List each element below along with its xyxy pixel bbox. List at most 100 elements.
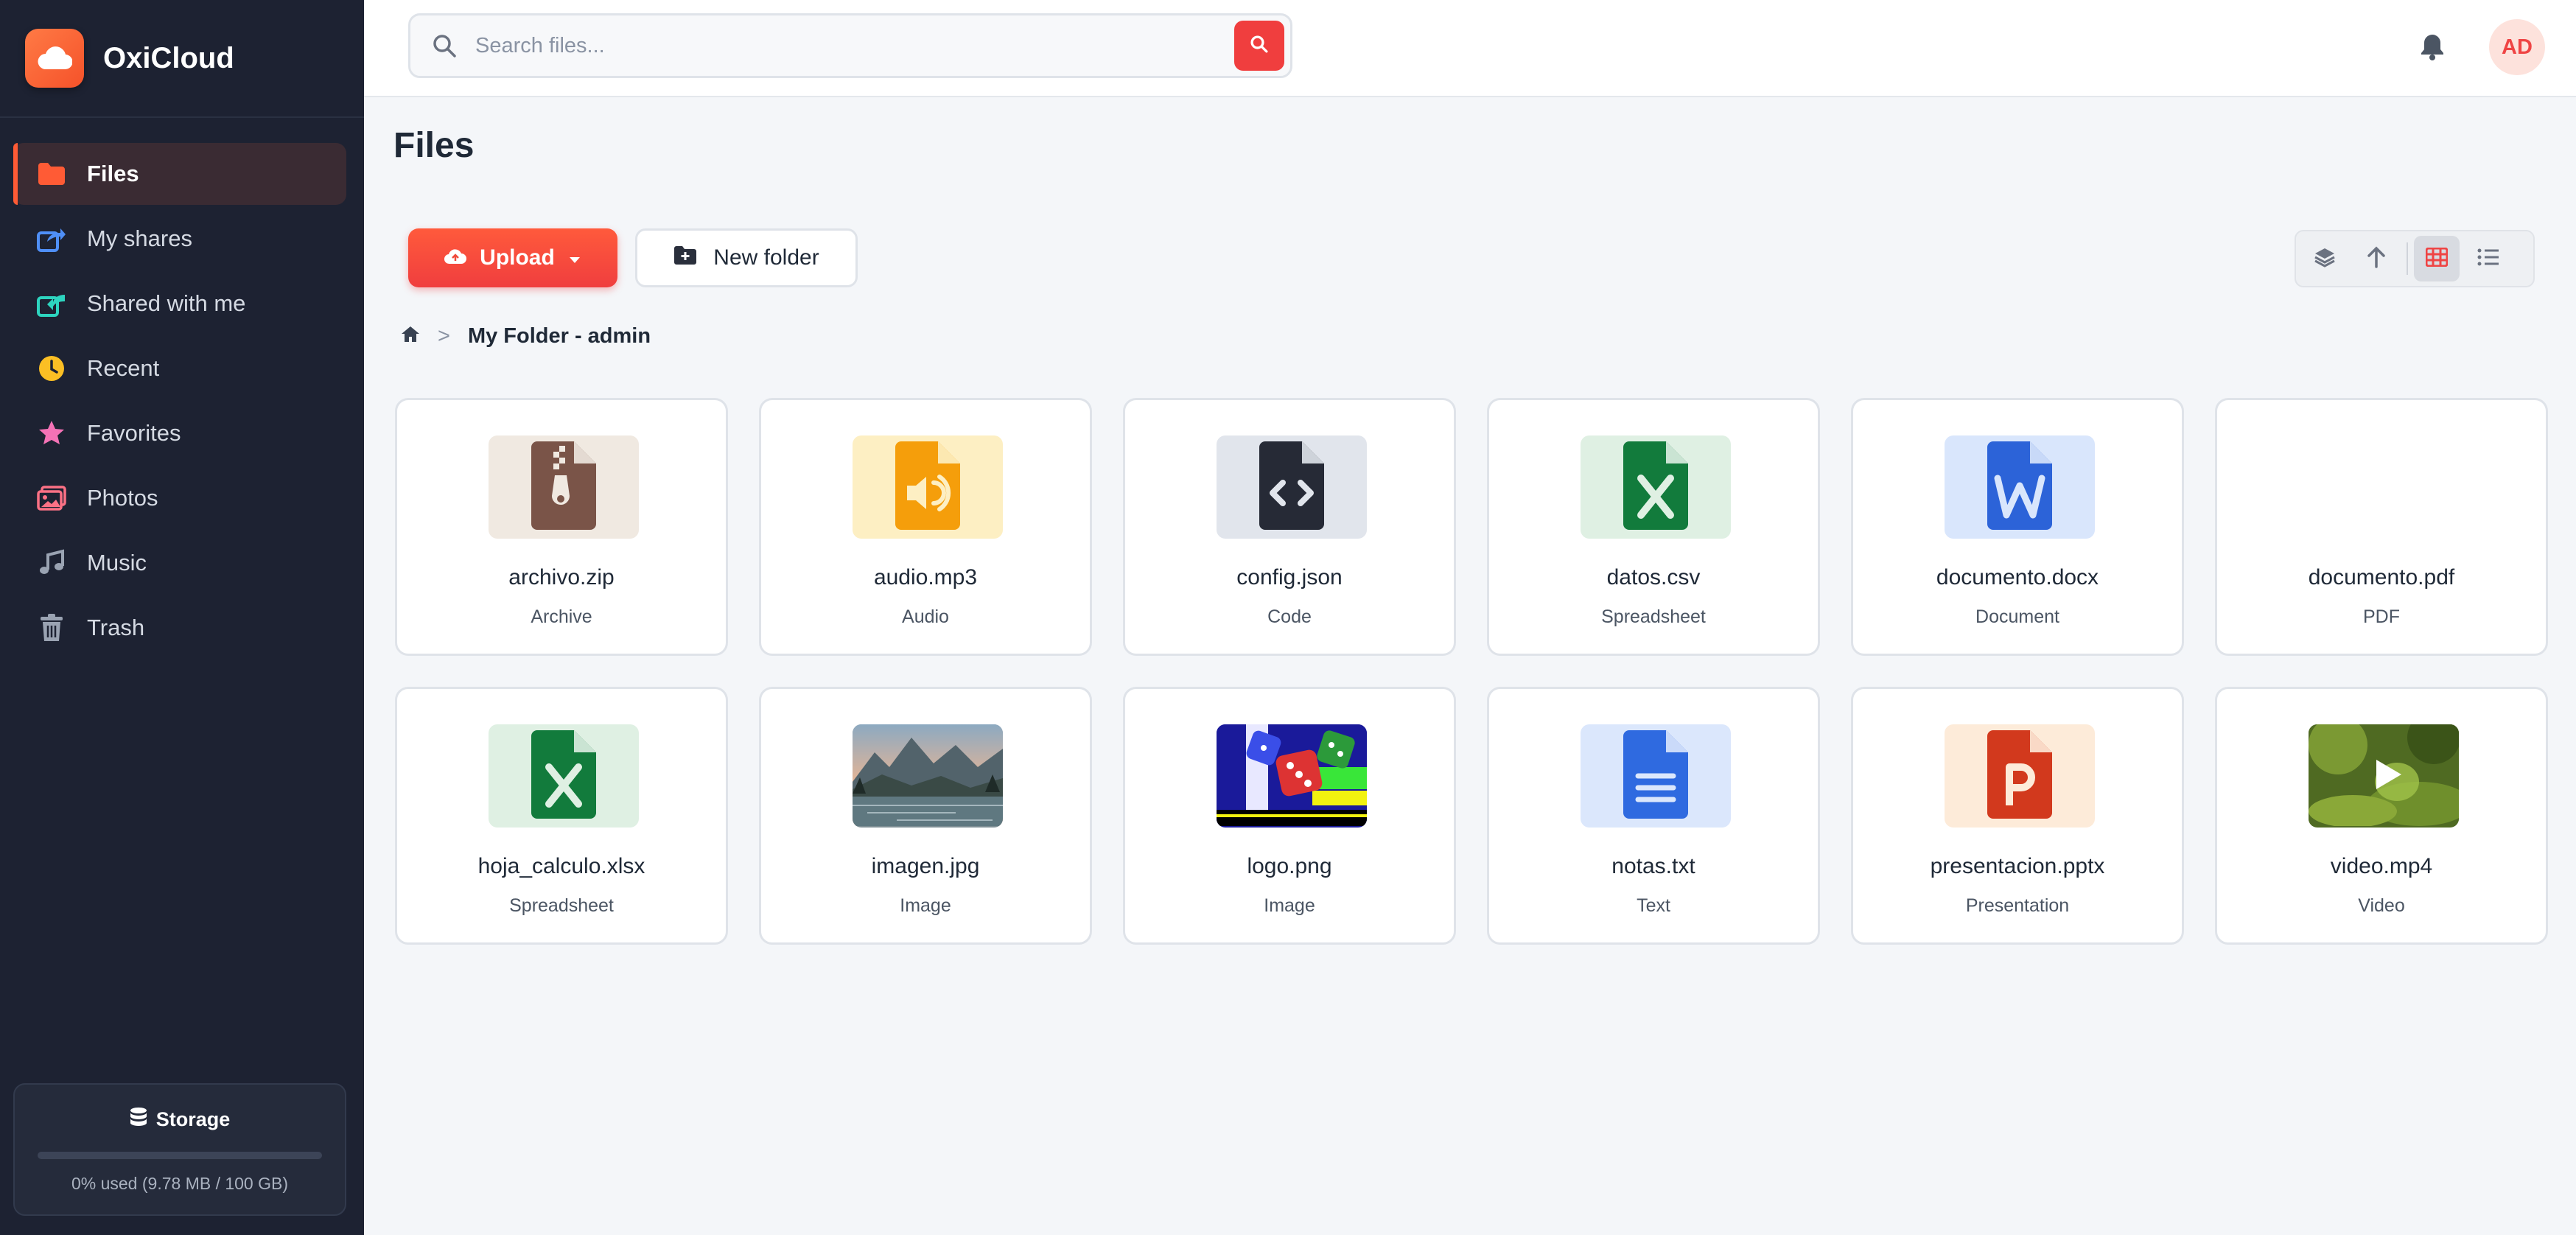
file-card[interactable]: imagen.jpg Image	[759, 687, 1092, 945]
sidebar-item-trash[interactable]: Trash	[13, 597, 346, 659]
file-type: Presentation	[1965, 895, 2070, 916]
sidebar-item-files[interactable]: Files	[13, 143, 346, 205]
breadcrumb-current[interactable]: My Folder - admin	[468, 324, 651, 349]
notifications-bell-icon[interactable]	[2414, 28, 2451, 65]
search-input[interactable]	[475, 33, 1234, 58]
file-card[interactable]: documento.pdf PDF	[2215, 398, 2548, 656]
file-type: Text	[1637, 895, 1670, 916]
file-card[interactable]: audio.mp3 Audio	[759, 398, 1092, 656]
spreadsheet-file-icon	[1622, 440, 1690, 535]
sidebar-item-shared-with-me[interactable]: Shared with me	[13, 273, 346, 335]
sidebar-item-favorites[interactable]: Favorites	[13, 402, 346, 464]
file-type: Image	[900, 895, 951, 916]
file-card[interactable]: documento.docx Document	[1851, 398, 2184, 656]
code-file-icon	[1258, 440, 1326, 535]
audio-file-icon	[894, 440, 962, 535]
file-thumbnail	[1217, 724, 1367, 828]
file-name: documento.docx	[1936, 565, 2099, 589]
file-thumbnail	[1581, 724, 1731, 828]
file-card[interactable]: datos.csv Spreadsheet	[1487, 398, 1820, 656]
arrow-up-icon	[2367, 246, 2386, 272]
storage-usage-text: 0% used (9.78 MB / 100 GB)	[71, 1174, 289, 1193]
view-toolbar	[2295, 230, 2535, 287]
file-thumbnail	[1217, 435, 1367, 539]
file-name: logo.png	[1247, 854, 1332, 878]
database-icon	[130, 1107, 147, 1133]
file-type: Spreadsheet	[1601, 606, 1706, 627]
folder-icon	[35, 158, 68, 190]
layers-button[interactable]	[2302, 236, 2348, 281]
sidebar-item-photos[interactable]: Photos	[13, 467, 346, 529]
zip-file-icon	[530, 440, 598, 535]
sidebar-item-recent[interactable]: Recent	[13, 337, 346, 399]
image-icon	[35, 482, 68, 514]
home-icon[interactable]	[401, 324, 420, 349]
new-folder-label: New folder	[713, 245, 819, 270]
sidebar-item-label: Shared with me	[87, 290, 246, 316]
upload-button[interactable]: Upload	[408, 228, 617, 287]
file-name: hoja_calculo.xlsx	[477, 854, 645, 878]
list-view-button[interactable]	[2465, 236, 2511, 281]
sidebar-nav: Files My shares Shared with me Recent Fa…	[0, 143, 364, 659]
file-name: config.json	[1236, 565, 1343, 589]
toolbar-divider	[2407, 242, 2408, 275]
cloud-logo-icon	[25, 29, 84, 88]
music-icon	[35, 547, 68, 579]
sidebar-item-label: Favorites	[87, 420, 181, 446]
list-icon	[2477, 248, 2499, 270]
grid-icon	[2425, 247, 2449, 270]
sidebar-item-label: My shares	[87, 225, 192, 251]
dice-image-thumbnail	[1217, 724, 1367, 828]
file-thumbnail	[2309, 724, 2459, 828]
file-card[interactable]: video.mp4 Video	[2215, 687, 2548, 945]
file-type: Video	[2358, 895, 2405, 916]
grid-view-button[interactable]	[2414, 236, 2460, 281]
layers-icon	[2314, 246, 2336, 272]
file-name: presentacion.pptx	[1930, 854, 2105, 878]
storage-title: Storage	[155, 1108, 231, 1130]
cloud-upload-icon	[444, 245, 467, 270]
file-card[interactable]: logo.png Image	[1123, 687, 1456, 945]
sort-button[interactable]	[2353, 236, 2399, 281]
trash-icon	[35, 612, 68, 644]
sidebar-item-label: Music	[87, 550, 147, 575]
file-name: archivo.zip	[508, 565, 615, 589]
word-file-icon	[1986, 440, 2054, 535]
sidebar-item-my-shares[interactable]: My shares	[13, 208, 346, 270]
sidebar-item-label: Photos	[87, 485, 158, 511]
share-in-icon	[35, 287, 68, 320]
powerpoint-file-icon	[1986, 729, 2054, 824]
user-avatar[interactable]: AD	[2489, 19, 2545, 75]
new-folder-button[interactable]: New folder	[635, 228, 858, 287]
file-name: imagen.jpg	[871, 854, 980, 878]
top-bar: AD	[364, 0, 2576, 97]
file-thumbnail	[2309, 435, 2459, 539]
file-thumbnail	[853, 724, 1003, 828]
file-card[interactable]: archivo.zip Archive	[395, 398, 728, 656]
file-card[interactable]: presentacion.pptx Presentation	[1851, 687, 2184, 945]
file-type: Code	[1267, 606, 1312, 627]
file-thumbnail	[853, 435, 1003, 539]
sidebar-item-label: Files	[87, 161, 139, 186]
storage-panel: Storage 0% used (9.78 MB / 100 GB)	[13, 1083, 346, 1216]
file-name: documento.pdf	[2308, 565, 2455, 589]
file-name: notas.txt	[1611, 854, 1695, 878]
file-name: datos.csv	[1606, 565, 1701, 589]
file-card[interactable]: config.json Code	[1123, 398, 1456, 656]
search-icon	[430, 31, 459, 60]
sidebar-item-label: Trash	[87, 615, 145, 640]
sidebar-item-label: Recent	[87, 355, 160, 381]
text-file-icon	[1622, 729, 1690, 824]
folder-plus-icon	[673, 245, 697, 271]
file-card[interactable]: notas.txt Text	[1487, 687, 1820, 945]
storage-heading: Storage	[15, 1107, 345, 1133]
file-name: video.mp4	[2330, 854, 2433, 878]
file-card[interactable]: hoja_calculo.xlsx Spreadsheet	[395, 687, 728, 945]
search-button[interactable]	[1234, 21, 1284, 71]
file-name: audio.mp3	[873, 565, 978, 589]
landscape-photo-thumbnail	[853, 724, 1003, 828]
sidebar-item-music[interactable]: Music	[13, 532, 346, 594]
brand: OxiCloud	[0, 0, 364, 118]
file-thumbnail	[489, 435, 639, 539]
file-type: Audio	[902, 606, 949, 627]
